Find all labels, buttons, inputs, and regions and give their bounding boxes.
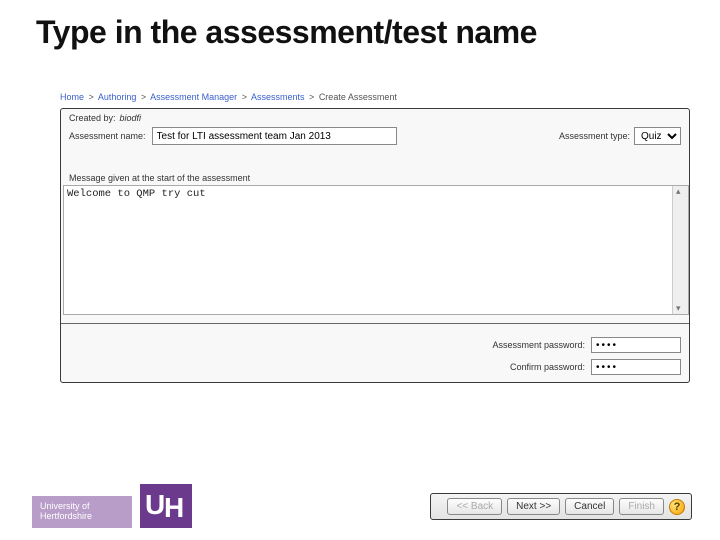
- create-assessment-panel: Created by: biodfi Assessment name: Asse…: [60, 108, 690, 383]
- breadcrumb-item-current: Create Assessment: [319, 92, 397, 102]
- university-name-line2: Hertfordshire: [40, 512, 114, 522]
- university-branding: University of Hertfordshire UH: [32, 484, 192, 528]
- created-by-row: Created by: biodfi: [61, 109, 689, 125]
- breadcrumb-sep: >: [139, 92, 148, 102]
- assessment-name-label: Assessment name:: [69, 131, 146, 141]
- app-screenshot-region: Home > Authoring > Assessment Manager > …: [60, 90, 695, 383]
- breadcrumb-sep: >: [240, 92, 249, 102]
- university-name-block: University of Hertfordshire: [32, 496, 132, 528]
- assessment-type-label: Assessment type:: [559, 131, 630, 141]
- breadcrumb-item[interactable]: Assessments: [251, 92, 305, 102]
- assessment-type-select[interactable]: Quiz: [634, 127, 681, 145]
- assessment-password-label: Assessment password:: [492, 340, 585, 350]
- assessment-name-row: Assessment name: Assessment type: Quiz: [61, 125, 689, 153]
- created-by-value: biodfi: [120, 113, 142, 123]
- assessment-name-input[interactable]: [152, 127, 397, 145]
- scrollbar-vertical[interactable]: [672, 186, 688, 314]
- breadcrumb-item[interactable]: Home: [60, 92, 84, 102]
- start-message-input[interactable]: Welcome to QMP try cut: [64, 186, 672, 312]
- breadcrumb-sep: >: [87, 92, 96, 102]
- finish-button: Finish: [619, 498, 664, 515]
- next-button[interactable]: Next >>: [507, 498, 560, 515]
- slide-title: Type in the assessment/test name: [0, 0, 720, 51]
- breadcrumb: Home > Authoring > Assessment Manager > …: [60, 90, 695, 108]
- breadcrumb-sep: >: [307, 92, 316, 102]
- breadcrumb-item[interactable]: Authoring: [98, 92, 137, 102]
- confirm-password-row: Confirm password:: [69, 356, 681, 378]
- start-message-label: Message given at the start of the assess…: [61, 153, 689, 185]
- assessment-password-input[interactable]: [591, 337, 681, 353]
- assessment-password-row: Assessment password:: [69, 334, 681, 356]
- start-message-area: Welcome to QMP try cut: [63, 185, 689, 315]
- help-icon[interactable]: ?: [669, 499, 685, 515]
- confirm-password-input[interactable]: [591, 359, 681, 375]
- uh-logo-icon: UH: [140, 484, 192, 528]
- cancel-button[interactable]: Cancel: [565, 498, 614, 515]
- confirm-password-label: Confirm password:: [510, 362, 585, 372]
- created-by-label: Created by:: [69, 113, 116, 123]
- breadcrumb-item[interactable]: Assessment Manager: [150, 92, 237, 102]
- wizard-button-bar: << Back Next >> Cancel Finish ?: [430, 493, 692, 520]
- back-button: << Back: [447, 498, 502, 515]
